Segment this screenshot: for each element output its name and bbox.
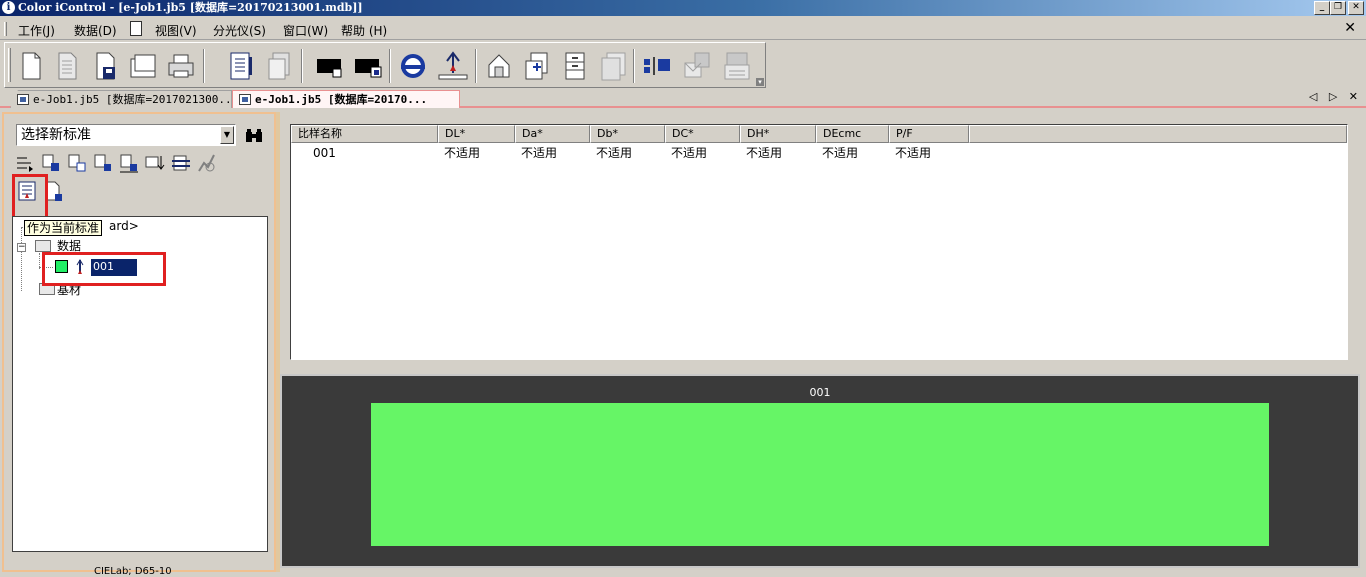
document-icon bbox=[239, 94, 251, 105]
palette-icon[interactable] bbox=[681, 49, 713, 83]
menu-window[interactable]: 窗口(W) bbox=[283, 22, 328, 39]
toolbar-separator bbox=[203, 49, 205, 83]
binoculars-icon[interactable] bbox=[244, 126, 264, 146]
table-row[interactable]: 001 不适用 不适用 不适用 不适用 不适用 不适用 不适用 bbox=[291, 145, 969, 163]
info-icon[interactable]: i bbox=[2, 1, 15, 14]
transfer-icon[interactable] bbox=[170, 152, 192, 174]
sort-tree-icon[interactable] bbox=[14, 152, 36, 174]
black-swatch-edit-icon[interactable] bbox=[351, 49, 383, 83]
window-title: Color iControl - [e-Job1.jb5 [数据库=201702… bbox=[18, 1, 363, 14]
col-header[interactable]: 比样名称 bbox=[291, 125, 438, 143]
menu-job[interactable]: 工作(J) bbox=[18, 22, 55, 39]
menu-data[interactable]: 数据(D) bbox=[74, 22, 117, 39]
restore-button[interactable]: ❐ bbox=[1330, 1, 1346, 15]
preview-swatch bbox=[371, 403, 1269, 546]
folder-icon bbox=[35, 240, 51, 252]
highlight-box bbox=[12, 174, 48, 222]
col-header[interactable]: Da* bbox=[515, 125, 590, 143]
chart-tool-icon[interactable] bbox=[196, 152, 218, 174]
document-menu-icon[interactable] bbox=[130, 21, 142, 36]
black-swatch-icon[interactable] bbox=[313, 49, 345, 83]
col-header[interactable]: Db* bbox=[590, 125, 665, 143]
new-document-icon[interactable] bbox=[15, 49, 47, 83]
batch-icon[interactable] bbox=[127, 49, 159, 83]
measure-icon[interactable] bbox=[437, 49, 469, 83]
copy-report-icon[interactable] bbox=[263, 49, 295, 83]
close-button[interactable]: ✕ bbox=[1348, 1, 1364, 15]
standard-select[interactable]: 选择新标准 ▼ bbox=[16, 124, 236, 146]
toolbar-overflow-icon[interactable]: ▾ bbox=[756, 78, 764, 86]
toolbar-separator bbox=[301, 49, 303, 83]
main-toolbar: ▾ bbox=[4, 42, 766, 88]
document-tabs: e-Job1.jb5 [数据库=2017021300... e-Job1.jb5… bbox=[0, 88, 1366, 108]
results-panel: 比样名称 DL* Da* Db* DC* DH* DEcmc P/F 001 不… bbox=[280, 112, 1362, 572]
toolbar-separator bbox=[475, 49, 477, 83]
standard-select-value: 选择新标准 bbox=[21, 127, 91, 143]
add-standard-icon[interactable] bbox=[40, 152, 62, 174]
table-cell: 不适用 bbox=[746, 146, 783, 160]
col-header[interactable]: DEcmc bbox=[816, 125, 889, 143]
menu-spectro[interactable]: 分光仪(S) bbox=[213, 22, 266, 39]
blank-page-icon[interactable] bbox=[51, 49, 83, 83]
table-cell: 不适用 bbox=[822, 146, 859, 160]
table-cell: 不适用 bbox=[596, 146, 633, 160]
color-preview: 001 bbox=[280, 374, 1360, 568]
col-header[interactable]: DH* bbox=[740, 125, 816, 143]
standards-panel: 选择新标准 ▼ ard> − 数据 001 基材 作为当前标准 CIELab; … bbox=[2, 112, 276, 577]
move-down-icon[interactable] bbox=[144, 152, 166, 174]
table-cell: 不适用 bbox=[671, 146, 708, 160]
menu-grip bbox=[4, 22, 7, 36]
report-icon[interactable] bbox=[225, 49, 257, 83]
tab-job-inactive[interactable]: e-Job1.jb5 [数据库=2017021300... bbox=[10, 90, 232, 108]
print-icon[interactable] bbox=[165, 49, 197, 83]
tree-connector bbox=[21, 227, 22, 291]
spectrometer-icon[interactable] bbox=[397, 49, 429, 83]
tooltip: 作为当前标准 bbox=[24, 220, 103, 236]
menu-bar: 工作(J) 数据(D) 视图(V) 分光仪(S) 窗口(W) 帮助 (H) ✕ bbox=[0, 18, 1366, 40]
import-icon[interactable] bbox=[521, 49, 553, 83]
toolbar-separator bbox=[633, 49, 635, 83]
edit-standard-icon[interactable] bbox=[92, 152, 114, 174]
window-controls: _ ❐ ✕ bbox=[1314, 1, 1364, 15]
toolbar-separator bbox=[389, 49, 391, 83]
mdi-close-icon[interactable]: ✕ bbox=[1344, 20, 1356, 36]
file-cabinet-icon[interactable] bbox=[559, 49, 591, 83]
table-cell: 不适用 bbox=[895, 146, 932, 160]
card-icon[interactable] bbox=[721, 49, 753, 83]
preview-label: 001 bbox=[809, 386, 831, 399]
title-bar: i Color iControl - [e-Job1.jb5 [数据库=2017… bbox=[0, 0, 1366, 16]
menu-view[interactable]: 视图(V) bbox=[155, 22, 197, 39]
tab-job-active[interactable]: e-Job1.jb5 [数据库=20170... bbox=[232, 90, 460, 108]
table-cell: 不适用 bbox=[521, 146, 558, 160]
save-icon[interactable] bbox=[89, 49, 121, 83]
delete-standard-icon[interactable] bbox=[118, 152, 140, 174]
document-icon bbox=[17, 94, 29, 105]
col-header-filler bbox=[969, 125, 1347, 143]
color-grid-icon[interactable] bbox=[641, 49, 673, 83]
home-icon[interactable] bbox=[483, 49, 515, 83]
table-cell: 不适用 bbox=[444, 146, 481, 160]
tab-nav-controls[interactable]: ◁ ▷ ✕ bbox=[1309, 90, 1362, 103]
tab-label: e-Job1.jb5 [数据库=2017021300... bbox=[33, 93, 232, 106]
tree-root-label[interactable]: ard> bbox=[109, 219, 139, 233]
tab-label: e-Job1.jb5 [数据库=20170... bbox=[255, 93, 428, 106]
stacked-files-icon[interactable] bbox=[597, 49, 629, 83]
results-table[interactable]: 比样名称 DL* Da* Db* DC* DH* DEcmc P/F 001 不… bbox=[290, 124, 1348, 360]
tree-collapse-icon[interactable]: − bbox=[17, 243, 26, 252]
table-header: 比样名称 DL* Da* Db* DC* DH* DEcmc P/F bbox=[291, 125, 1347, 143]
copy-standard-icon[interactable] bbox=[66, 152, 88, 174]
col-header[interactable]: DC* bbox=[665, 125, 740, 143]
col-header[interactable]: DL* bbox=[438, 125, 515, 143]
col-header[interactable]: P/F bbox=[889, 125, 969, 143]
table-cell: 001 bbox=[313, 146, 336, 160]
highlight-box bbox=[42, 252, 166, 286]
minimize-button[interactable]: _ bbox=[1314, 1, 1330, 15]
toolbar-grip bbox=[8, 48, 11, 82]
chevron-down-icon[interactable]: ▼ bbox=[220, 126, 234, 144]
menu-help[interactable]: 帮助 (H) bbox=[341, 22, 387, 39]
